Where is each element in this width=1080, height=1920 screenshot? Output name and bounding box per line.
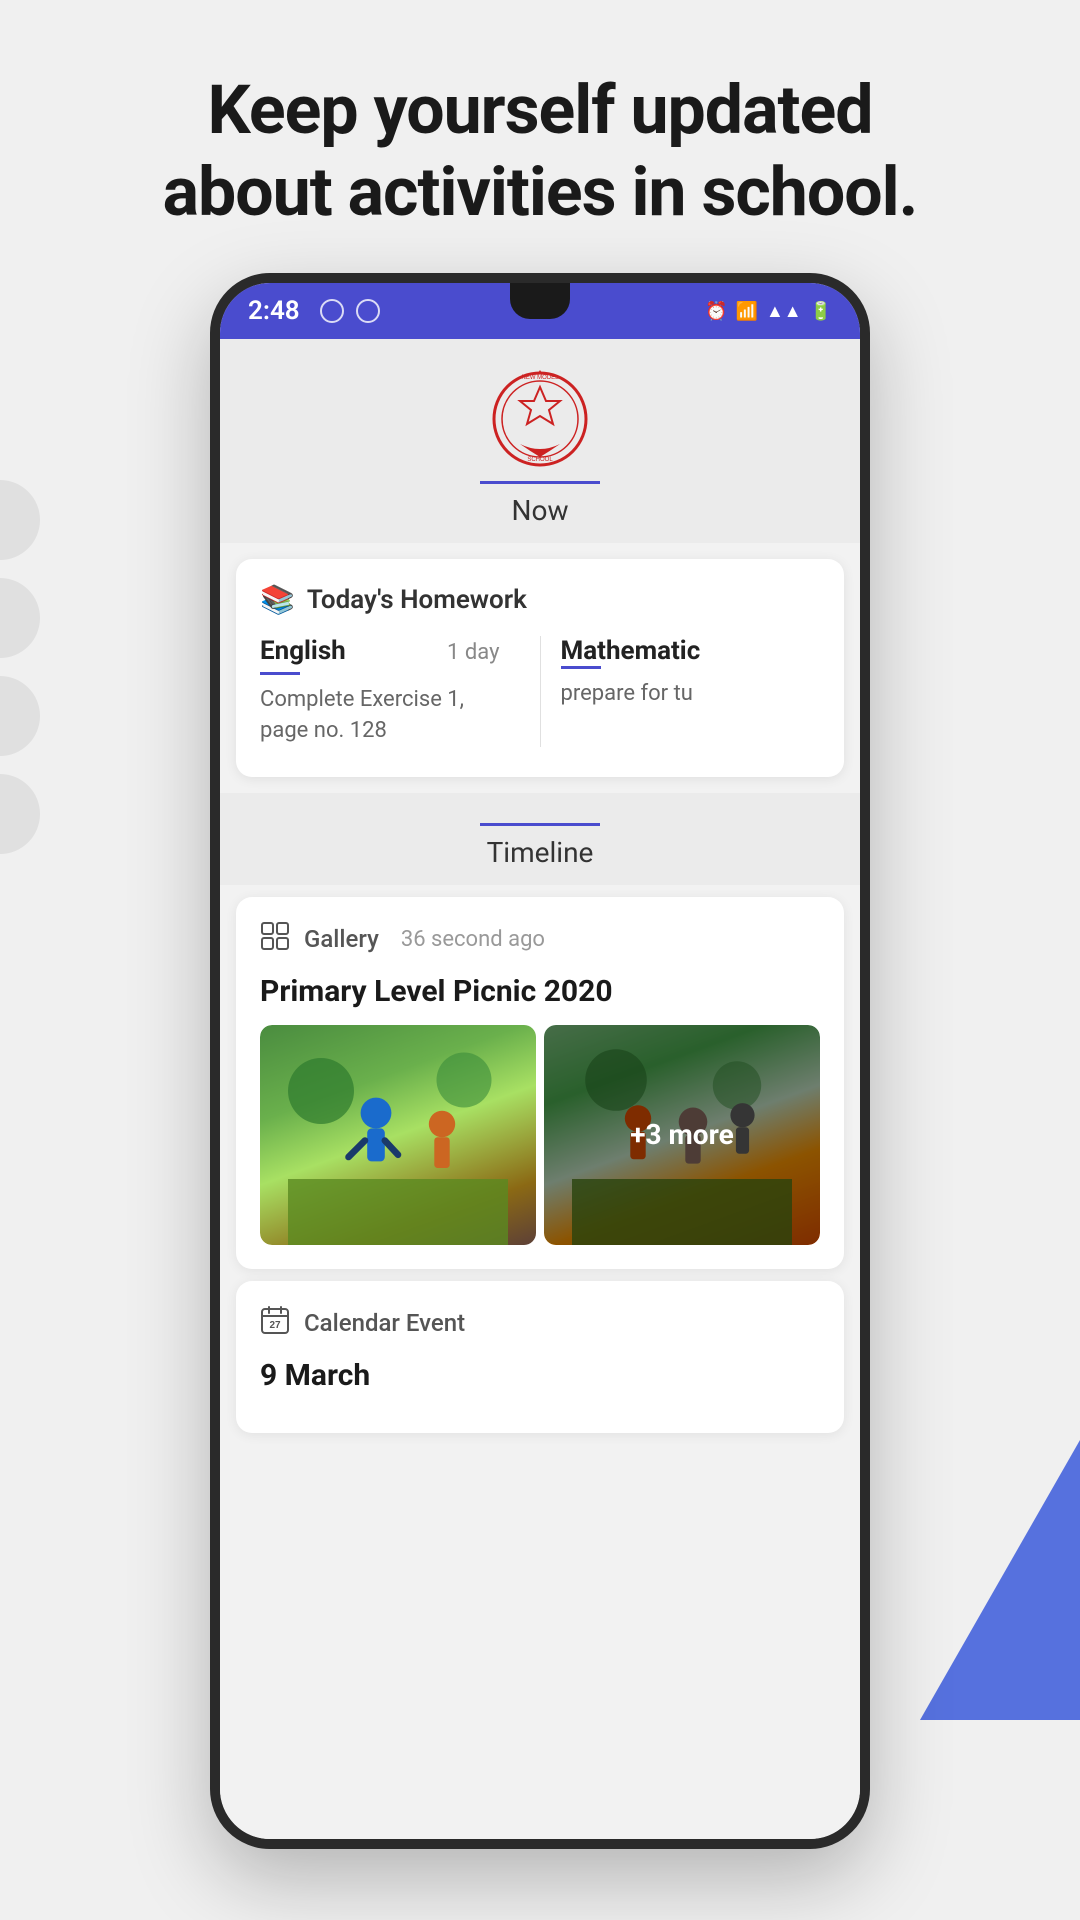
whatsapp-icon xyxy=(356,299,380,323)
math-task: prepare for tu xyxy=(561,681,693,706)
battery-icon: 🔋 xyxy=(810,301,832,322)
school-section: NEW MODEL SCHOOL Now xyxy=(220,339,860,543)
timeline-tab-underline xyxy=(480,823,600,826)
gallery-time: 36 second ago xyxy=(401,927,545,952)
svg-text:27: 27 xyxy=(269,1320,281,1331)
wifi-icon: 📶 xyxy=(736,301,758,322)
subject-divider xyxy=(540,636,541,747)
timeline-tab-section: Timeline xyxy=(220,793,860,885)
calendar-type-label: Calendar Event xyxy=(304,1309,465,1337)
signal-icon: ▲▲ xyxy=(766,301,802,322)
math-underline xyxy=(561,666,601,669)
gallery-card: Gallery 36 second ago Primary Level Picn… xyxy=(236,897,844,1269)
status-time: 2:48 xyxy=(248,296,300,326)
photo-2[interactable]: +3 more xyxy=(544,1025,820,1245)
calendar-date: 9 March xyxy=(260,1358,820,1393)
page-title: Keep yourself updated about activities i… xyxy=(60,70,1020,233)
photo-1[interactable] xyxy=(260,1025,536,1245)
status-icons-left xyxy=(320,299,380,323)
homework-subjects: English 1 day Complete Exercise 1, page … xyxy=(260,636,820,747)
subject-english[interactable]: English 1 day Complete Exercise 1, page … xyxy=(260,636,520,747)
timeline-tab-label[interactable]: Timeline xyxy=(487,836,594,869)
school-tab-underline xyxy=(480,481,600,484)
svg-text:SCHOOL: SCHOOL xyxy=(527,457,553,463)
homework-title: Today's Homework xyxy=(307,585,527,615)
homework-icon: 📚 xyxy=(260,583,295,616)
phone-frame: 2:48 ⏰ 📶 ▲▲ 🔋 xyxy=(210,273,870,1849)
calendar-card: 27 Calendar Event 9 March xyxy=(236,1281,844,1433)
gallery-title: Primary Level Picnic 2020 xyxy=(260,974,820,1009)
gallery-card-header: Gallery 36 second ago xyxy=(260,921,820,958)
photo-grid[interactable]: +3 more xyxy=(260,1025,820,1245)
calendar-icon: 27 xyxy=(260,1305,290,1342)
alarm-icon: ⏰ xyxy=(705,301,727,322)
svg-text:NEW MODEL: NEW MODEL xyxy=(521,375,559,381)
homework-header: 📚 Today's Homework xyxy=(260,583,820,616)
app-content: NEW MODEL SCHOOL Now 📚 Today's Homework xyxy=(220,339,860,1839)
english-underline xyxy=(260,672,300,675)
math-subject-name: Mathematic xyxy=(561,636,701,666)
gallery-type-label: Gallery xyxy=(304,925,379,953)
english-days: 1 day xyxy=(447,640,499,665)
english-subject-name: English xyxy=(260,636,346,666)
photo-1-placeholder xyxy=(260,1025,536,1245)
calendar-card-header: 27 Calendar Event xyxy=(260,1305,820,1342)
status-bar: 2:48 ⏰ 📶 ▲▲ 🔋 xyxy=(220,283,860,339)
gallery-icon xyxy=(260,921,290,958)
status-icons-right: ⏰ 📶 ▲▲ 🔋 xyxy=(705,301,832,322)
notch xyxy=(510,283,570,319)
subject-math[interactable]: Mathematic prepare for tu xyxy=(561,636,821,747)
page-header: Keep yourself updated about activities i… xyxy=(0,0,1080,273)
school-logo: NEW MODEL SCHOOL xyxy=(490,369,590,469)
homework-card: 📚 Today's Homework English 1 day Complet… xyxy=(236,559,844,777)
phone-wrapper: 2:48 ⏰ 📶 ▲▲ 🔋 xyxy=(0,273,1080,1849)
english-task: Complete Exercise 1, page no. 128 xyxy=(260,687,464,743)
photo-more-overlay: +3 more xyxy=(544,1025,820,1245)
school-tab-label[interactable]: Now xyxy=(512,494,569,527)
spotify-icon xyxy=(320,299,344,323)
